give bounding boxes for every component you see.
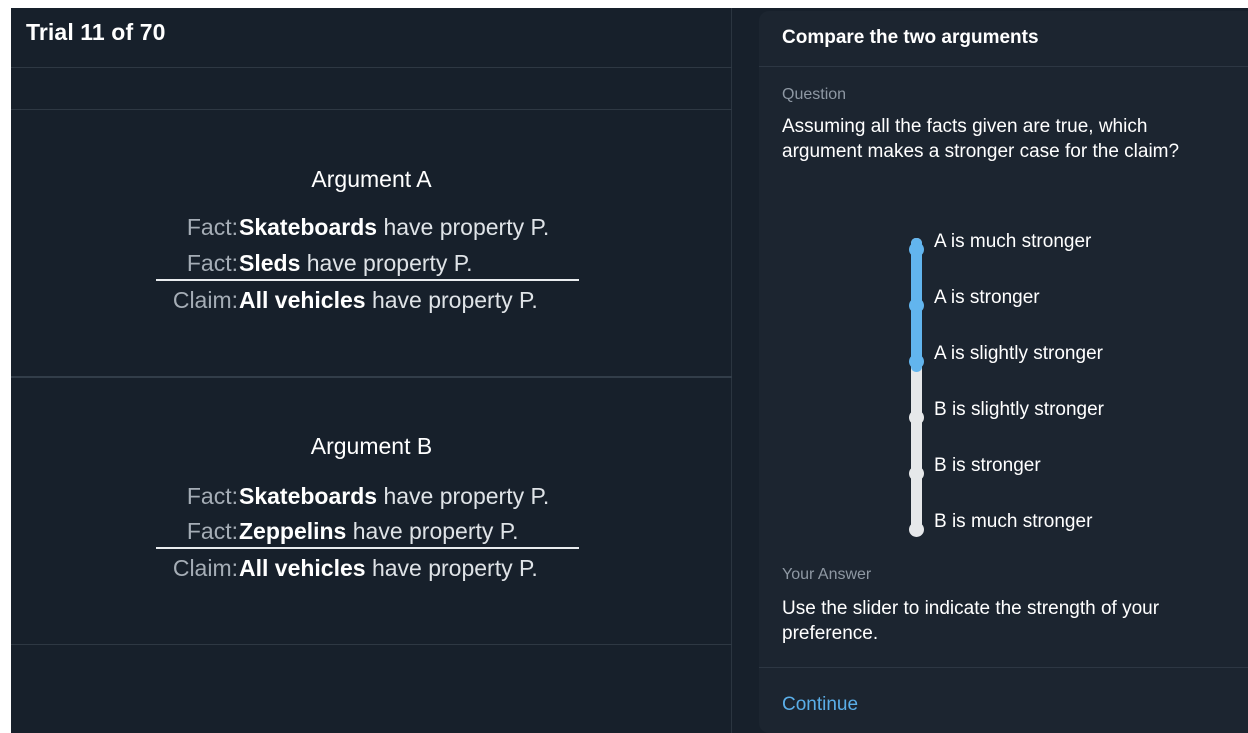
question-text: Assuming all the facts given are true, w… [782, 116, 1180, 162]
slider-stop[interactable] [909, 354, 924, 369]
claim-subject: All vehicles [239, 555, 366, 581]
divider [11, 644, 732, 645]
preference-slider[interactable] [902, 236, 932, 537]
claim-label: Claim: [172, 287, 238, 313]
slider-option-label[interactable]: A is slightly stronger [934, 343, 1103, 365]
argument-a-title: Argument A [311, 166, 432, 192]
fact-label: Fact: [186, 214, 238, 240]
fact-predicate: have property P. [383, 483, 550, 509]
fact-label: Fact: [186, 250, 238, 276]
slider-stop[interactable] [909, 410, 924, 425]
slider-stop[interactable] [909, 242, 924, 257]
claim-label: Claim: [172, 555, 238, 581]
trial-title: Trial 11 of 70 [26, 19, 166, 45]
slider-stop[interactable] [909, 466, 924, 481]
argument-b-claim: Claim: All vehicles have property P. [11, 555, 732, 587]
argument-b-fact-1: Fact: Skateboards have property P. [11, 483, 732, 515]
slider-option-label[interactable]: B is much stronger [934, 511, 1092, 533]
fact-subject: Zeppelins [239, 518, 347, 544]
slider-option-label[interactable]: A is stronger [934, 287, 1040, 309]
argument-a-fact-2: Fact: Sleds have property P. [11, 250, 732, 282]
argument-b-fact-2: Fact: Zeppelins have property P. [11, 518, 732, 550]
argument-a-claim: Claim: All vehicles have property P. [11, 287, 732, 319]
divider [11, 109, 732, 110]
divider [759, 667, 1248, 668]
slider-option-label[interactable]: B is slightly stronger [934, 399, 1104, 421]
divider [11, 67, 732, 68]
question-label: Question [782, 86, 847, 103]
argument-b-title: Argument B [310, 433, 433, 459]
slider-stop[interactable] [909, 522, 924, 537]
fact-label: Fact: [186, 483, 238, 509]
claim-subject: All vehicles [239, 287, 366, 313]
answer-label: Your Answer [782, 566, 872, 583]
fact-predicate: have property P. [383, 214, 550, 240]
fact-predicate: have property P. [306, 250, 473, 276]
fact-label: Fact: [186, 518, 238, 544]
slider-option-label[interactable]: A is much stronger [934, 231, 1091, 253]
divider [759, 66, 1248, 67]
continue-button[interactable]: Continue [782, 694, 858, 716]
response-panel: Compare the two arguments Question Assum… [759, 11, 1248, 733]
fact-predicate: have property P. [352, 518, 519, 544]
argument-b-conclusion-line [156, 547, 579, 549]
argument-a-conclusion-line [156, 279, 579, 281]
slider-stop[interactable] [909, 298, 924, 313]
fact-subject: Skateboards [239, 214, 378, 240]
claim-predicate: have property P. [371, 287, 538, 313]
app-window: Trial 11 of 70 Argument A Fact: Skateboa… [11, 8, 1248, 733]
argument-a-fact-1: Fact: Skateboards have property P. [11, 214, 732, 246]
answer-instruction: Use the slider to indicate the strength … [782, 598, 1160, 644]
fact-subject: Sleds [239, 250, 301, 276]
fact-subject: Skateboards [239, 483, 378, 509]
claim-predicate: have property P. [371, 555, 538, 581]
slider-option-label[interactable]: B is stronger [934, 455, 1041, 477]
arguments-pane: Trial 11 of 70 Argument A Fact: Skateboa… [11, 8, 732, 733]
panel-title: Compare the two arguments [782, 27, 1039, 48]
divider [11, 376, 732, 378]
